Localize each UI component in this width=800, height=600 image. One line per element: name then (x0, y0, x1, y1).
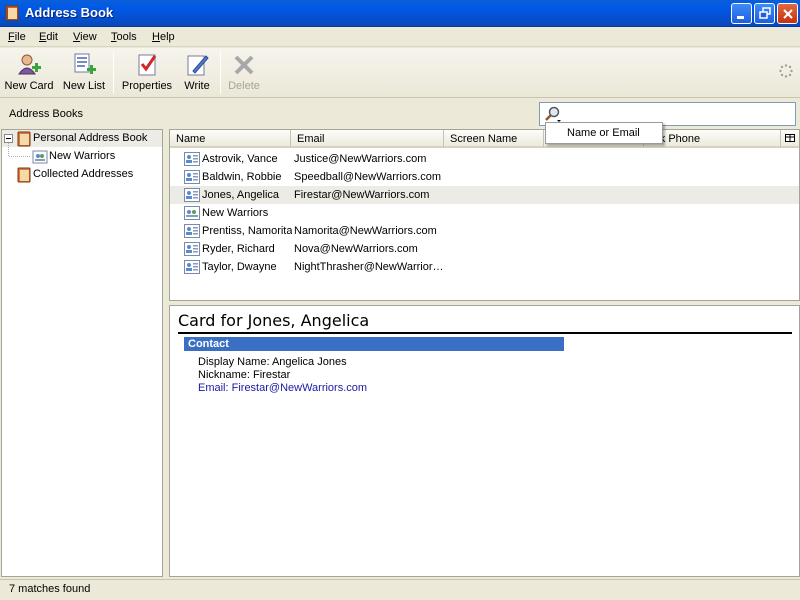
contact-email-cell: Justice@NewWarriors.com (294, 153, 427, 165)
contact-results-list: Name Email Screen Name ork Phone Astrovi… (169, 129, 800, 301)
mailing-list-icon (32, 150, 48, 164)
contact-email-cell: Nova@NewWarriors.com (294, 243, 418, 255)
address-books-label: Address Books (9, 108, 83, 120)
collapse-toggle-icon[interactable] (4, 134, 13, 143)
tree-item-collected-addresses[interactable]: Collected Addresses (2, 166, 162, 183)
toolbar-separator (113, 52, 114, 94)
search-option-name-or-email[interactable]: Name or Email (567, 127, 640, 139)
contact-name-cell: Prentiss, Namorita (202, 225, 292, 237)
toolbar-separator (220, 52, 221, 94)
write-icon (187, 55, 209, 76)
minimize-button[interactable] (731, 3, 752, 24)
table-row[interactable]: Baldwin, Robbie Speedball@NewWarriors.com (170, 168, 799, 186)
status-bar: 7 matches found (0, 579, 800, 600)
menu-view[interactable]: View (73, 31, 97, 43)
contact-card-icon (184, 242, 200, 259)
menu-bar: File Edit View Tools Help (0, 28, 800, 47)
new-list-button[interactable]: New List (61, 50, 107, 96)
close-icon (783, 9, 793, 19)
new-card-icon (18, 54, 41, 75)
contact-card-icon (184, 188, 200, 205)
menu-tools[interactable]: Tools (111, 31, 137, 43)
new-card-button[interactable]: New Card (3, 50, 55, 96)
column-header-work-phone[interactable]: ork Phone (644, 130, 781, 148)
contact-email-cell: NightThrasher@NewWarrior… (294, 261, 444, 273)
contact-name-cell: Astrovik, Vance (202, 153, 278, 165)
column-picker-button[interactable] (781, 130, 799, 148)
contact-card-icon (184, 152, 200, 169)
search-mode-dropdown[interactable]: Name or Email (545, 122, 663, 144)
search-row: Address Books (0, 99, 800, 129)
delete-button[interactable]: Delete (226, 50, 262, 96)
contact-card-pane: Card for Jones, Angelica Contact Display… (169, 305, 800, 577)
contact-name-cell: Taylor, Dwayne (202, 261, 277, 273)
column-header-email[interactable]: Email (291, 130, 444, 148)
properties-icon (138, 54, 157, 76)
restore-button[interactable] (754, 3, 775, 24)
contact-card-icon (184, 224, 200, 241)
card-email-link[interactable]: Email: Firestar@NewWarriors.com (198, 382, 367, 394)
contact-card-icon (184, 260, 200, 277)
table-row[interactable]: Jones, Angelica Firestar@NewWarriors.com (170, 186, 799, 204)
contact-email-cell: Firestar@NewWarriors.com (294, 189, 430, 201)
menu-edit[interactable]: Edit (39, 31, 58, 43)
contact-section-header: Contact (184, 337, 564, 351)
contact-name-cell: Ryder, Richard (202, 243, 275, 255)
restore-icon (759, 7, 771, 19)
title-bar: Address Book (0, 0, 800, 27)
search-input[interactable] (566, 105, 792, 123)
contact-name-cell: New Warriors (202, 207, 269, 219)
contact-name-cell: Baldwin, Robbie (202, 171, 282, 183)
mailing-list-icon (184, 206, 200, 223)
table-row[interactable]: Ryder, Richard Nova@NewWarriors.com (170, 240, 799, 258)
address-book-icon (5, 5, 19, 21)
minimize-icon (737, 16, 744, 19)
status-text: 7 matches found (9, 583, 91, 595)
new-list-icon (74, 53, 96, 74)
table-row[interactable]: New Warriors (170, 204, 799, 222)
contact-name-cell: Jones, Angelica (202, 189, 280, 201)
contact-email-cell: Namorita@NewWarriors.com (294, 225, 437, 237)
contact-card-icon (184, 170, 200, 187)
address-book-tree: Personal Address Book New Warriors Colle… (1, 129, 163, 577)
close-button[interactable] (777, 3, 798, 24)
menu-help[interactable]: Help (152, 31, 175, 43)
activity-throbber-icon (779, 64, 793, 78)
table-row[interactable]: Astrovik, Vance Justice@NewWarriors.com (170, 150, 799, 168)
card-display-name: Display Name: Angelica Jones (198, 356, 347, 368)
write-button[interactable]: Write (180, 50, 214, 96)
window-title: Address Book (25, 5, 114, 20)
properties-button[interactable]: Properties (120, 50, 174, 96)
card-title: Card for Jones, Angelica (178, 311, 792, 334)
tree-item-new-warriors[interactable]: New Warriors (2, 148, 162, 165)
table-row[interactable]: Prentiss, Namorita Namorita@NewWarriors.c… (170, 222, 799, 240)
contact-email-cell: Speedball@NewWarriors.com (294, 171, 442, 183)
column-header-name[interactable]: Name (170, 130, 291, 148)
toolbar: New Card New List Properties Write Delet… (0, 48, 800, 98)
menu-file[interactable]: File (8, 31, 26, 43)
address-book-icon (17, 167, 31, 183)
table-row[interactable]: Taylor, Dwayne NightThrasher@NewWarrior… (170, 258, 799, 276)
column-picker-icon (785, 134, 795, 142)
card-nickname: Nickname: Firestar (198, 369, 291, 381)
delete-icon (234, 55, 254, 75)
column-header-screen-name[interactable]: Screen Name (444, 130, 544, 148)
